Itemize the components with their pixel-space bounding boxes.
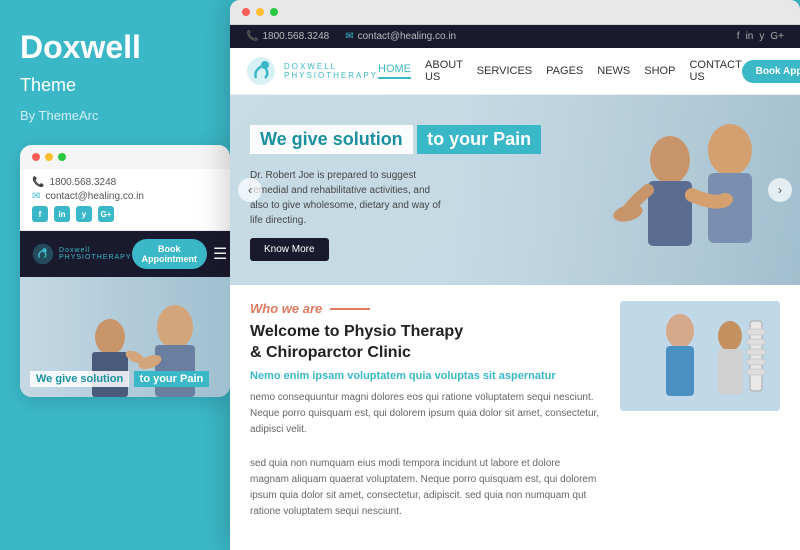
desktop-logo-icon: [246, 56, 276, 86]
minimize-dot: [45, 153, 53, 161]
hero-content: We give solution to your Pain Dr. Robert…: [250, 125, 541, 261]
desktop-about-section: Who we are Welcome to Physio Therapy& Ch…: [230, 285, 800, 550]
topbar-email-icon: ✉: [345, 31, 353, 42]
mobile-navbar: Doxwell PHYSIOTHERAPY Book Appointment ☰: [20, 231, 230, 277]
phone-icon: 📞: [32, 177, 44, 188]
hero-prev-button[interactable]: ‹: [238, 178, 262, 202]
win-close-dot: [242, 8, 250, 16]
about-image-svg: [620, 301, 780, 411]
hero-description: Dr. Robert Joe is prepared to suggest re…: [250, 168, 450, 228]
hero-next-button[interactable]: ›: [768, 178, 792, 202]
hamburger-icon[interactable]: ☰: [213, 244, 227, 264]
desktop-navbar: Doxwell PHYSIOTHERAPY HOME ABOUT US SERV…: [230, 48, 800, 95]
desktop-nav-links: HOME ABOUT US SERVICES PAGES NEWS SHOP C…: [378, 59, 742, 83]
linkedin-icon[interactable]: in: [54, 206, 70, 222]
brand-title: Doxwell: [20, 30, 210, 65]
maximize-dot: [58, 153, 66, 161]
about-image: [620, 301, 780, 411]
win-maximize-dot: [270, 8, 278, 16]
topbar-googleplus-icon[interactable]: G+: [770, 31, 784, 42]
about-title: Welcome to Physio Therapy& Chiroparctor …: [250, 322, 600, 364]
mobile-hero-overlay: We give solution to your Pain: [30, 369, 209, 387]
about-text-p1: nemo consequuntur magni dolores eos qui …: [250, 390, 600, 438]
nav-contact[interactable]: CONTACT US: [689, 59, 741, 83]
desktop-phone: 📞 1800.568.3248: [246, 31, 329, 42]
mobile-social-row: f in y G+: [32, 206, 218, 222]
desktop-contact-info: 📞 1800.568.3248 ✉ contact@healing.co.in: [246, 31, 456, 42]
mobile-phone-row: 📞 1800.568.3248: [32, 177, 218, 188]
topbar-phone-icon: 📞: [246, 31, 258, 42]
topbar-twitter-icon[interactable]: y: [759, 31, 764, 42]
close-dot: [32, 153, 40, 161]
mobile-contact-bar: 📞 1800.568.3248 ✉ contact@healing.co.in …: [20, 169, 230, 231]
email-icon: ✉: [32, 191, 40, 202]
twitter-icon[interactable]: y: [76, 206, 92, 222]
hero-tag2: to your Pain: [417, 125, 541, 154]
by-line: By ThemeArc: [20, 108, 210, 123]
topbar-linkedin-icon[interactable]: in: [746, 31, 754, 42]
googleplus-icon[interactable]: G+: [98, 206, 114, 222]
mobile-hero-section: We give solution to your Pain: [20, 277, 230, 397]
desktop-topbar: 📞 1800.568.3248 ✉ contact@healing.co.in …: [230, 25, 800, 48]
about-content: Who we are Welcome to Physio Therapy& Ch…: [250, 301, 600, 534]
desktop-social: f in y G+: [737, 31, 784, 42]
know-more-button[interactable]: Know More: [250, 238, 329, 261]
nav-pages[interactable]: PAGES: [546, 65, 583, 77]
about-tag: Who we are: [250, 301, 600, 316]
nav-shop[interactable]: SHOP: [644, 65, 675, 77]
mobile-preview-card: 📞 1800.568.3248 ✉ contact@healing.co.in …: [20, 145, 230, 397]
desktop-email: ✉ contact@healing.co.in: [345, 31, 456, 42]
hero-people-image: [550, 95, 800, 285]
about-subtitle: Nemo enim ipsam voluptatem quia voluptas…: [250, 370, 600, 382]
desktop-logo: Doxwell PHYSIOTHERAPY: [246, 56, 378, 86]
facebook-icon[interactable]: f: [32, 206, 48, 222]
window-chrome: [230, 0, 800, 25]
mobile-book-appointment-button[interactable]: Book Appointment: [132, 239, 207, 269]
nav-services[interactable]: SERVICES: [477, 65, 532, 77]
about-text-p2: sed quia non numquam eius modi tempora i…: [250, 456, 600, 520]
mobile-logo-icon: [32, 243, 54, 265]
left-panel: Doxwell Theme By ThemeArc 📞 1800.568.324…: [0, 0, 230, 550]
mobile-email-row: ✉ contact@healing.co.in: [32, 191, 218, 202]
mobile-logo: Doxwell PHYSIOTHERAPY: [32, 243, 132, 265]
win-minimize-dot: [256, 8, 264, 16]
brand-sub: Theme: [20, 75, 210, 96]
desktop-preview-panel: 📞 1800.568.3248 ✉ contact@healing.co.in …: [230, 0, 800, 550]
card-chrome: [20, 145, 230, 169]
nav-home[interactable]: HOME: [378, 63, 411, 79]
topbar-facebook-icon[interactable]: f: [737, 31, 740, 42]
nav-about[interactable]: ABOUT US: [425, 59, 463, 83]
nav-news[interactable]: NEWS: [597, 65, 630, 77]
about-image-area: [620, 301, 780, 534]
hero-tag1: We give solution: [250, 125, 413, 154]
desktop-hero: We give solution to your Pain Dr. Robert…: [230, 95, 800, 285]
desktop-book-appointment-button[interactable]: Book Appointment: [742, 60, 800, 83]
